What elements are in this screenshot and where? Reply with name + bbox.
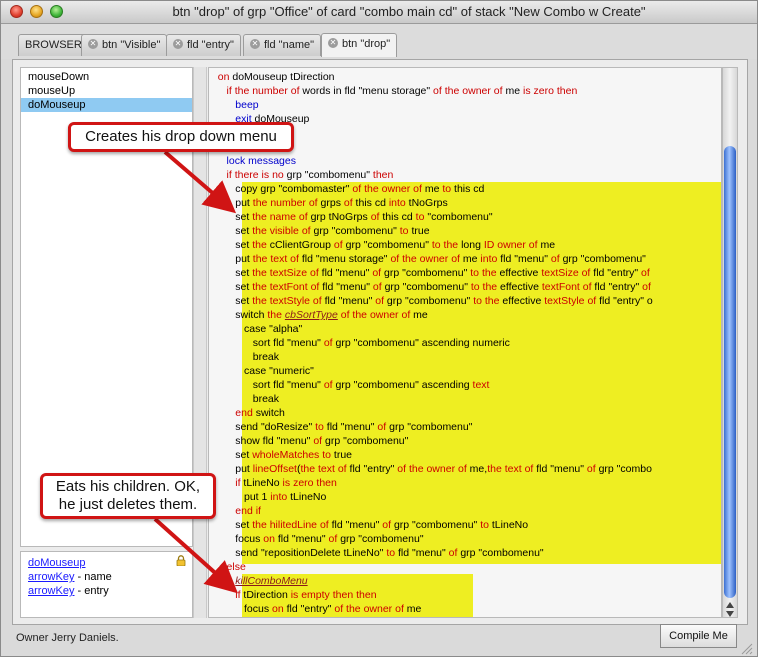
call-note: - name — [74, 571, 112, 583]
code-line: switch the cbSortType of the owner of me — [209, 309, 428, 321]
code-line: send "doResize" to fld "menu" of grp "co… — [209, 421, 473, 433]
code-line: set the cClientGroup of grp "combomenu" … — [209, 239, 556, 251]
code-line: focus on fld "entry" of the owner of me — [209, 603, 422, 615]
code-line: else — [226, 561, 246, 573]
code-line: beep — [235, 99, 259, 111]
code-line: on doMouseup tDirection — [217, 71, 335, 83]
code-line: set the name of grp tNoGrps of this cd t… — [209, 211, 493, 223]
tab-browser[interactable]: BROWSER — [18, 34, 89, 56]
code-line: if tLineNo is zero then — [235, 477, 337, 489]
code-line: sort fld "menu" of grp "combomenu" ascen… — [209, 379, 490, 391]
code-line: put the text of fld "menu storage" of th… — [209, 253, 646, 265]
close-window-icon[interactable] — [10, 5, 23, 18]
close-tab-icon[interactable]: ✕ — [173, 39, 183, 50]
code-line: send "repositionDelete tLineNo" to fld "… — [209, 547, 544, 559]
tab-fld-name[interactable]: ✕ fld "name" — [243, 34, 321, 56]
tab-btn-drop[interactable]: ✕ btn "drop" — [321, 33, 398, 57]
code-line: if there is no grp "combomenu" then — [226, 169, 394, 181]
code-line: end switch — [235, 407, 285, 419]
vertical-scrollbar[interactable] — [722, 67, 738, 618]
code-line: break — [209, 351, 280, 363]
zoom-window-icon[interactable] — [50, 5, 63, 18]
callout-line: he just deletes them. — [58, 496, 198, 513]
tab-label: fld "entry" — [187, 39, 234, 51]
call-list: doMouseup arrowKey - name arrowKey - ent… — [20, 551, 193, 618]
handler-item-mousedown[interactable]: mouseDown — [21, 70, 192, 84]
owner-label: Owner Jerry Daniels. — [16, 632, 119, 644]
code-line: put the number of grps of this cd into t… — [209, 197, 448, 209]
script-editor-window: btn "drop" of grp "Office" of card "comb… — [0, 0, 758, 657]
code-line: show fld "menu" of grp "combomenu" — [209, 435, 409, 447]
scroll-down-icon[interactable] — [726, 611, 734, 617]
code-line: sort fld "menu" of grp "combomenu" ascen… — [209, 337, 510, 349]
call-row: arrowKey - entry — [21, 584, 192, 598]
callout-create-menu: Creates his drop down menu — [68, 122, 294, 152]
code-line: set the textFont of fld "menu" of grp "c… — [209, 281, 651, 293]
code-line: end if — [235, 505, 261, 517]
call-row: doMouseup — [21, 556, 192, 570]
scroll-up-icon[interactable] — [726, 602, 734, 608]
scrollbar-thumb[interactable] — [724, 146, 736, 598]
code-line: put 1 into tLineNo — [209, 491, 327, 503]
code-line: focus on fld "menu" of grp "combomenu" — [209, 533, 424, 545]
window-title: btn "drop" of grp "Office" of card "comb… — [172, 4, 646, 19]
code-line: put lineOffset(the text of fld "entry" o… — [209, 463, 652, 475]
code-line: set the visible of grp "combomenu" to tr… — [209, 225, 430, 237]
close-tab-icon[interactable]: ✕ — [328, 38, 338, 49]
call-row: arrowKey - name — [21, 570, 192, 584]
lock-icon[interactable] — [176, 555, 186, 566]
code-line: set the hilitedLine of fld "menu" of grp… — [209, 519, 529, 531]
title-bar[interactable]: btn "drop" of grp "Office" of card "comb… — [1, 1, 757, 24]
call-note: - entry — [74, 585, 109, 597]
code-line: if tDirection is empty then then — [235, 589, 377, 601]
close-tab-icon[interactable]: ✕ — [88, 39, 98, 50]
tab-label: BROWSER — [25, 39, 82, 51]
compile-button[interactable]: Compile Me — [660, 624, 737, 648]
code-line: killComboMenu — [235, 575, 308, 587]
resize-grip-icon[interactable] — [739, 641, 753, 655]
code-line: case "numeric" — [209, 365, 314, 377]
tab-bar: BROWSER ✕ btn "Visible" ✕ fld "entry" ✕ fld… — [1, 24, 757, 59]
call-link-arrowkey-name[interactable]: arrowKey — [28, 571, 74, 583]
minimize-window-icon[interactable] — [30, 5, 43, 18]
callout-line: Eats his children. OK, — [55, 478, 201, 495]
code-line: copy grp "combomaster" of the owner of m… — [209, 183, 485, 195]
code-line: if the number of words in fld "menu stor… — [226, 85, 578, 97]
call-link-arrowkey-entry[interactable]: arrowKey — [28, 585, 74, 597]
tab-label: fld "name" — [264, 39, 314, 51]
tab-fld-entry[interactable]: ✕ fld "entry" — [166, 34, 241, 56]
code-line: lock messages — [226, 155, 296, 167]
tab-label: btn "Visible" — [102, 39, 161, 51]
handler-item-mouseup[interactable]: mouseUp — [21, 84, 192, 98]
code-line: set wholeMatches to true — [209, 449, 353, 461]
code-line: break — [209, 393, 280, 405]
close-tab-icon[interactable]: ✕ — [250, 39, 260, 50]
code-line: case "alpha" — [209, 323, 303, 335]
tab-btn-visible[interactable]: ✕ btn "Visible" — [81, 34, 168, 56]
call-link-domouseup[interactable]: doMouseup — [28, 557, 86, 569]
tab-label: btn "drop" — [342, 38, 391, 50]
handler-item-domouseup[interactable]: doMouseup — [21, 98, 192, 112]
code-line: set the textSize of fld "menu" of grp "c… — [209, 267, 650, 279]
code-line: set the textStyle of fld "menu" of grp "… — [209, 295, 653, 307]
callout-eats-children: Eats his children. OK, he just deletes t… — [40, 473, 216, 519]
